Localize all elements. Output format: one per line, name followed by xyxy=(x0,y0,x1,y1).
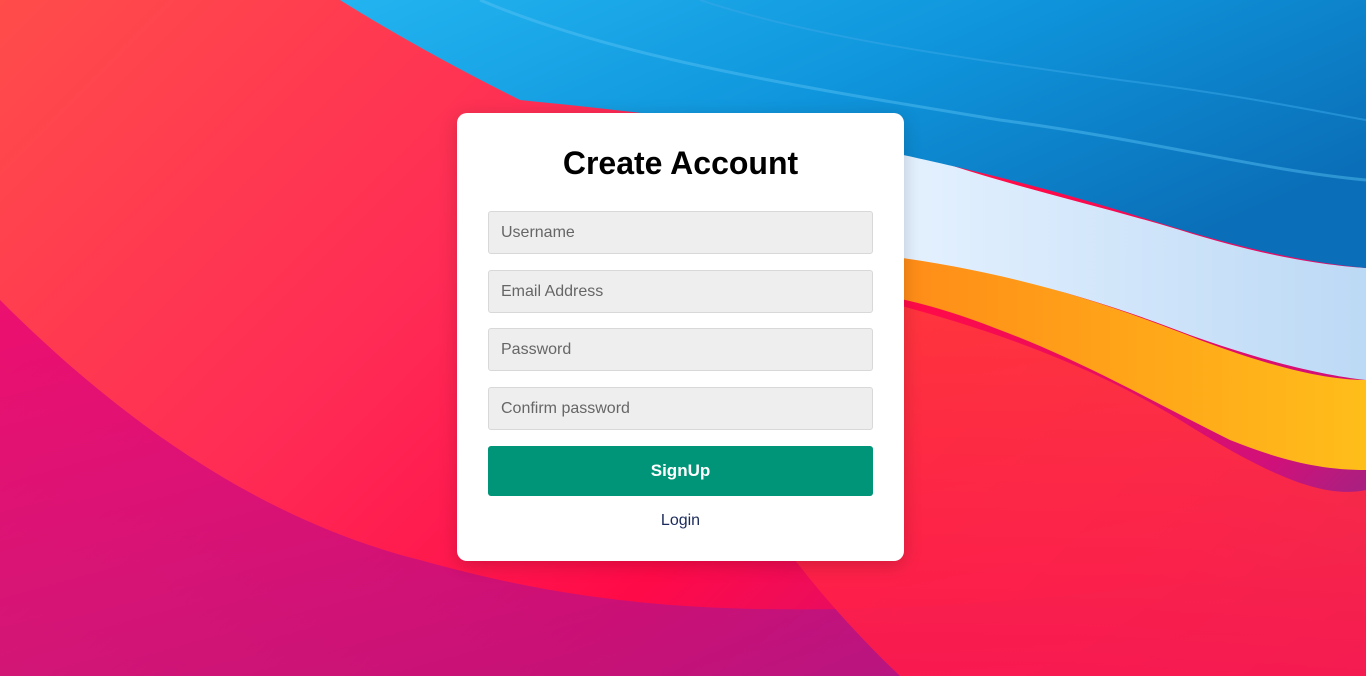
signup-button[interactable]: SignUp xyxy=(488,446,873,496)
password-input[interactable] xyxy=(488,328,873,371)
page-title: Create Account xyxy=(562,145,799,181)
login-link[interactable]: Login xyxy=(457,512,904,530)
confirm-password-input[interactable] xyxy=(488,387,873,430)
username-input[interactable] xyxy=(488,211,873,254)
signup-card: Create Account SignUp Login xyxy=(457,113,904,561)
email-input[interactable] xyxy=(488,270,873,313)
